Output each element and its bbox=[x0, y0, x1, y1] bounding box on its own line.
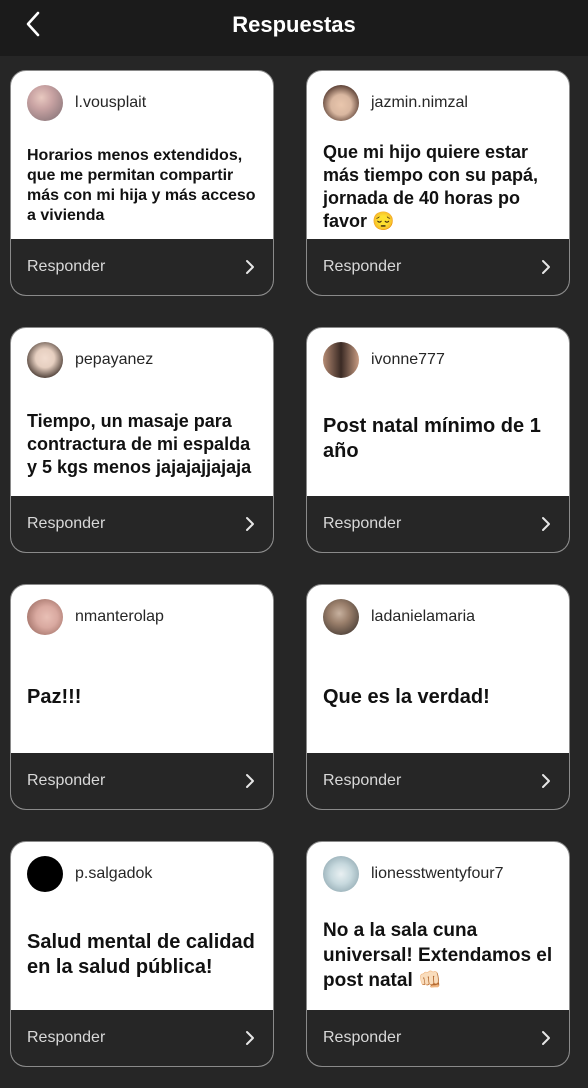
chevron-right-icon bbox=[542, 260, 550, 274]
reply-button[interactable]: Responder bbox=[307, 753, 569, 809]
avatar[interactable] bbox=[27, 856, 63, 892]
page-title: Respuestas bbox=[232, 12, 356, 37]
chevron-right-icon bbox=[542, 1031, 550, 1045]
avatar[interactable] bbox=[323, 342, 359, 378]
answer-text: Tiempo, un masaje para contractura de mi… bbox=[27, 410, 252, 477]
reply-label: Responder bbox=[27, 1029, 106, 1046]
answer-card: jazmin.nimzal Que mi hijo quiere estar m… bbox=[306, 70, 570, 296]
reply-label: Responder bbox=[323, 1029, 402, 1046]
avatar[interactable] bbox=[27, 342, 63, 378]
username[interactable]: lionesstwentyfour7 bbox=[371, 865, 504, 883]
avatar[interactable] bbox=[27, 599, 63, 635]
avatar[interactable] bbox=[323, 85, 359, 121]
reply-button[interactable]: Responder bbox=[307, 496, 569, 552]
answer-text: Paz!!! bbox=[27, 685, 82, 708]
answer-text: No a la sala cuna universal! Extendamos … bbox=[323, 919, 553, 991]
top-bar: Respuestas bbox=[0, 0, 588, 56]
reply-button[interactable]: Responder bbox=[307, 1010, 569, 1066]
reply-button[interactable]: Responder bbox=[11, 1010, 273, 1066]
username[interactable]: l.vousplait bbox=[75, 94, 146, 112]
reply-button[interactable]: Responder bbox=[11, 753, 273, 809]
reply-label: Responder bbox=[27, 258, 106, 275]
reply-button[interactable]: Responder bbox=[11, 496, 273, 552]
answer-text: Que mi hijo quiere estar más tiempo con … bbox=[323, 142, 539, 231]
chevron-right-icon bbox=[246, 517, 254, 531]
avatar[interactable] bbox=[323, 599, 359, 635]
answer-card: lionesstwentyfour7 No a la sala cuna uni… bbox=[306, 841, 570, 1067]
reply-label: Responder bbox=[323, 772, 402, 789]
reply-label: Responder bbox=[27, 772, 106, 789]
username[interactable]: ivonne777 bbox=[371, 351, 445, 369]
chevron-right-icon bbox=[542, 774, 550, 788]
avatar[interactable] bbox=[323, 856, 359, 892]
reply-button[interactable]: Responder bbox=[11, 239, 273, 295]
reply-label: Responder bbox=[323, 515, 402, 532]
answer-card: nmanterolap Paz!!! Responder bbox=[10, 584, 274, 810]
answer-text: Post natal mínimo de 1 año bbox=[323, 415, 541, 462]
chevron-right-icon bbox=[246, 774, 254, 788]
reply-button[interactable]: Responder bbox=[307, 239, 569, 295]
answer-card: p.salgadok Salud mental de calidad en la… bbox=[10, 841, 274, 1067]
username[interactable]: ladanielamaria bbox=[371, 608, 475, 626]
reply-label: Responder bbox=[27, 515, 106, 532]
answer-card: l.vousplait Horarios menos extendidos, q… bbox=[10, 70, 274, 296]
reply-label: Responder bbox=[323, 258, 402, 275]
chevron-right-icon bbox=[246, 260, 254, 274]
username[interactable]: pepayanez bbox=[75, 351, 153, 369]
answer-card: ivonne777 Post natal mínimo de 1 año Res… bbox=[306, 327, 570, 553]
chevron-right-icon bbox=[542, 517, 550, 531]
answer-text: Que es la verdad! bbox=[323, 685, 490, 708]
username[interactable]: jazmin.nimzal bbox=[371, 94, 468, 112]
answer-card: ladanielamaria Que es la verdad! Respond… bbox=[306, 584, 570, 810]
avatar[interactable] bbox=[27, 85, 63, 121]
answer-card: pepayanez Tiempo, un masaje para contrac… bbox=[10, 327, 274, 553]
chevron-right-icon bbox=[246, 1031, 254, 1045]
username[interactable]: nmanterolap bbox=[75, 608, 164, 626]
answer-text: Salud mental de calidad en la salud públ… bbox=[27, 931, 255, 978]
answer-text: Horarios menos extendidos, que me permit… bbox=[27, 147, 256, 224]
username[interactable]: p.salgadok bbox=[75, 865, 152, 883]
